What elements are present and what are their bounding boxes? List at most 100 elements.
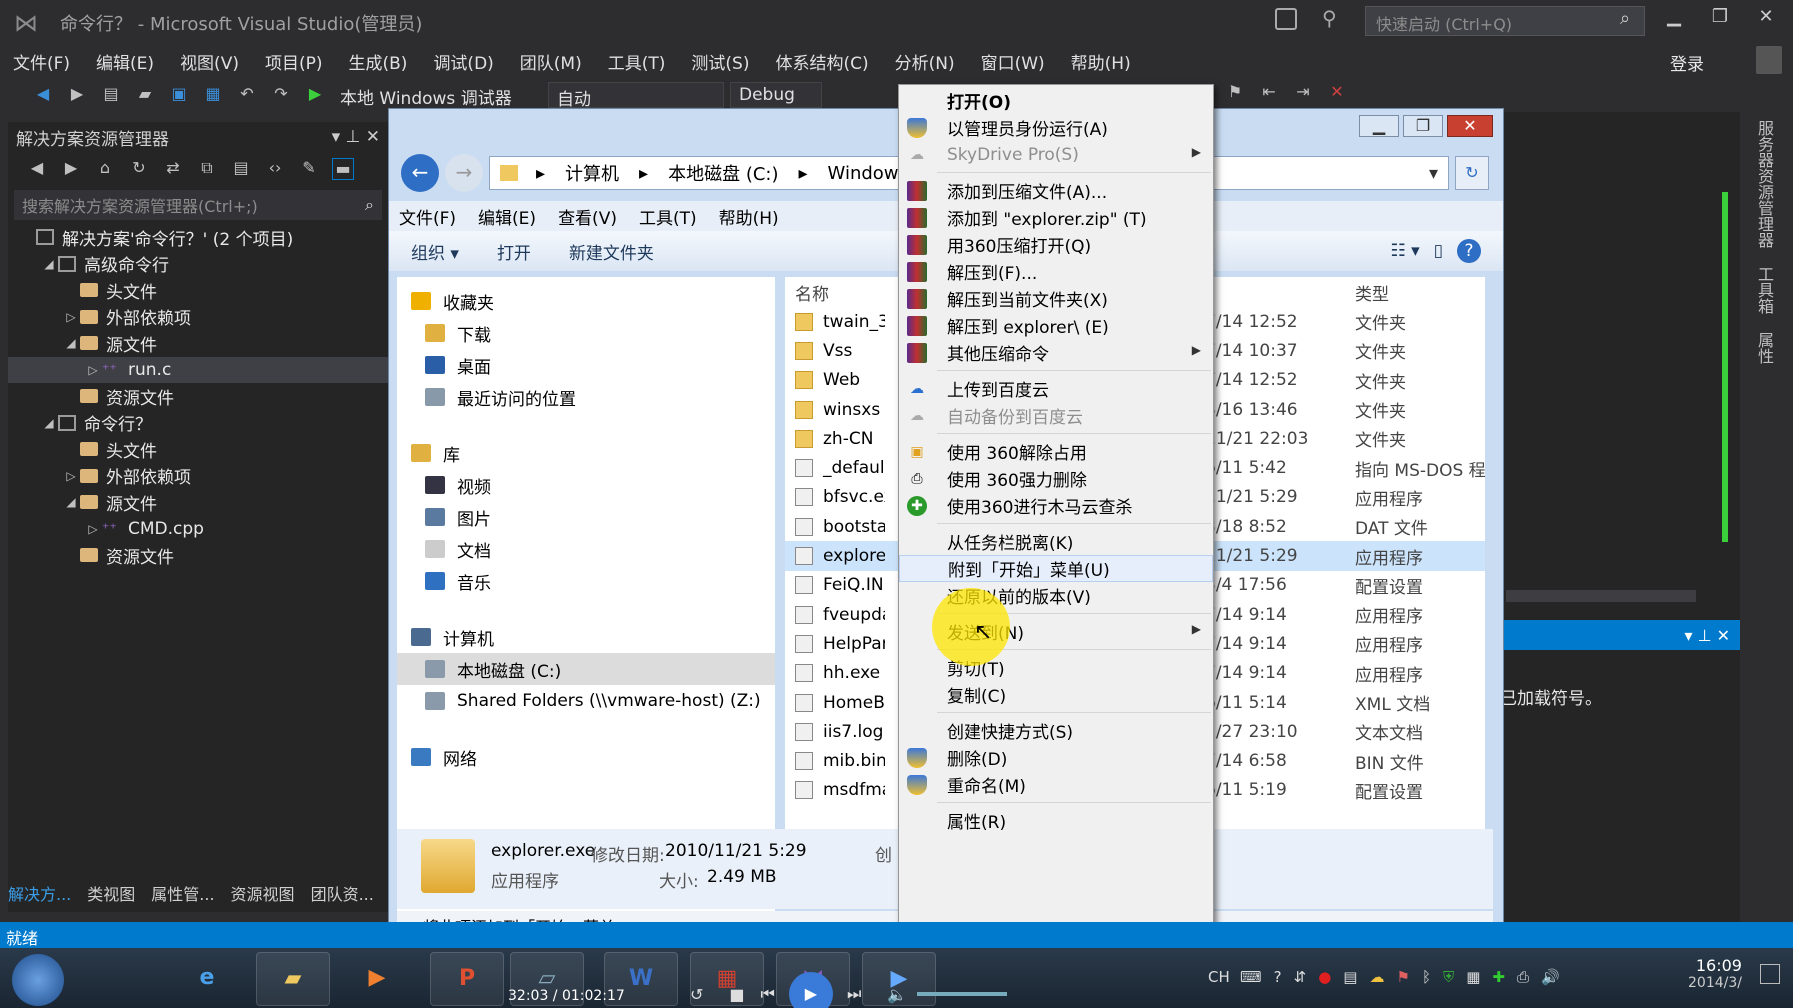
explorer-menu-item[interactable]: 工具(T): [639, 204, 697, 229]
back-button[interactable]: ←: [401, 154, 439, 192]
context-menu-item[interactable]: 从任务栏脱离(K): [899, 528, 1213, 555]
expand-icon[interactable]: ◢: [40, 416, 58, 430]
chevron-right-icon[interactable]: ▸: [639, 163, 648, 184]
context-menu-item[interactable]: 解压到当前文件夹(X): [899, 285, 1213, 312]
menu-item[interactable]: 视图(V): [167, 43, 252, 80]
bluetooth-icon[interactable]: ᛒ: [1422, 968, 1431, 986]
menu-item[interactable]: 分析(N): [882, 43, 968, 80]
context-menu-item[interactable]: 以管理员身份运行(A): [899, 114, 1213, 141]
bottom-tab[interactable]: 解决方...: [8, 881, 71, 905]
nav-item[interactable]: 文档: [397, 533, 775, 565]
help-icon[interactable]: ?: [1457, 239, 1481, 263]
menu-item[interactable]: 项目(P): [252, 43, 336, 80]
back-icon[interactable]: ◀: [26, 158, 48, 180]
new-project-icon[interactable]: ▤: [100, 84, 122, 106]
flag-icon[interactable]: ⚑: [1396, 968, 1409, 986]
refresh-icon[interactable]: ↻: [1455, 156, 1489, 190]
cloud-icon[interactable]: ☁: [1369, 968, 1384, 986]
chevron-right-icon[interactable]: ▸: [799, 163, 808, 184]
output-window-controls[interactable]: ▾ ⊥ ✕: [1684, 626, 1730, 645]
minimize-button[interactable]: ▁: [1656, 6, 1692, 36]
preview-pane-icon[interactable]: ▯: [1434, 241, 1443, 261]
redo-icon[interactable]: ↷: [270, 84, 292, 106]
tree-item[interactable]: ◢ 源文件: [8, 489, 388, 516]
chevron-right-icon[interactable]: ▸: [536, 163, 545, 184]
open-file-icon[interactable]: ▰: [134, 84, 156, 106]
expand-icon[interactable]: ◢: [62, 336, 80, 350]
menu-item[interactable]: 调试(D): [420, 43, 506, 80]
start-debug-icon[interactable]: ▶: [304, 84, 326, 106]
forward-icon[interactable]: ▶: [60, 158, 82, 180]
breadcrumb-item[interactable]: Windows: [828, 163, 908, 184]
clear-bookmarks-icon[interactable]: ✕: [1326, 82, 1348, 104]
menu-item[interactable]: 文件(F): [0, 43, 83, 80]
next-icon[interactable]: ⏭: [847, 984, 861, 1004]
nav-item[interactable]: 图片: [397, 501, 775, 533]
next-bookmark-icon[interactable]: ⇥: [1292, 82, 1314, 104]
tree-item[interactable]: 解决方案'命令行？' (2 个项目): [8, 224, 388, 251]
explorer-taskbar-icon[interactable]: ▰: [256, 952, 330, 1006]
security-icon[interactable]: ⛨: [1443, 968, 1454, 986]
record-icon[interactable]: ●: [1318, 968, 1331, 986]
view-code-icon[interactable]: ‹›: [264, 158, 286, 180]
context-menu-item[interactable]: 创建快捷方式(S): [899, 717, 1213, 744]
context-menu-item[interactable]: 解压到(F)...: [899, 258, 1213, 285]
context-menu-item[interactable]: 剪切(T): [899, 654, 1213, 681]
context-menu-item[interactable]: 重命名(M): [899, 771, 1213, 798]
context-menu-item[interactable]: 添加到压缩文件(A)...: [899, 177, 1213, 204]
search-icon[interactable]: ⌕: [1620, 8, 1630, 29]
close-button[interactable]: ✕: [1447, 115, 1493, 137]
repeat-icon[interactable]: ↺: [690, 985, 703, 1004]
tree-item[interactable]: 资源文件: [8, 383, 388, 410]
context-menu-item[interactable]: 删除(D): [899, 744, 1213, 771]
configuration-select[interactable]: Debug: [730, 82, 822, 108]
explorer-menu-item[interactable]: 帮助(H): [719, 204, 779, 229]
command-button[interactable]: 组织 ▾: [411, 239, 459, 264]
tree-item[interactable]: ▷ ⁺⁺ CMD.cpp: [8, 516, 388, 543]
nav-item[interactable]: 音乐: [397, 565, 775, 597]
preview-icon[interactable]: ▬: [332, 158, 354, 180]
prev-bookmark-icon[interactable]: ⇤: [1258, 82, 1280, 104]
side-tab[interactable]: 属性: [1752, 332, 1776, 364]
tree-item[interactable]: ▷ ⁺⁺ run.c: [8, 356, 388, 383]
quick-launch-input[interactable]: 快速启动 (Ctrl+Q): [1365, 6, 1645, 36]
side-tab[interactable]: 工具箱: [1752, 266, 1776, 314]
keyboard-icon[interactable]: ⌨: [1240, 968, 1262, 986]
volume-slider[interactable]: [917, 992, 1008, 996]
stop-icon[interactable]: ■: [729, 985, 744, 1004]
film-icon[interactable]: ▤: [1343, 968, 1357, 986]
menu-item[interactable]: 生成(B): [336, 43, 421, 80]
powerpoint-icon[interactable]: P: [430, 952, 504, 1006]
expand-icon[interactable]: ▷: [84, 522, 102, 536]
menu-item[interactable]: 体系结构(C): [762, 43, 881, 80]
nav-item[interactable]: 网络: [397, 741, 775, 773]
forward-icon[interactable]: ▶: [66, 84, 88, 106]
show-desktop-button[interactable]: [1760, 964, 1780, 984]
menu-item[interactable]: 编辑(E): [83, 43, 167, 80]
view-options-icon[interactable]: ☷ ▾: [1390, 241, 1419, 261]
horizontal-scrollbar[interactable]: [1506, 590, 1696, 602]
collapse-all-icon[interactable]: ⧉: [196, 158, 218, 180]
nav-item[interactable]: 视频: [397, 469, 775, 501]
tree-item[interactable]: ◢ 源文件: [8, 330, 388, 357]
ime-indicator[interactable]: CH: [1208, 968, 1230, 986]
tree-item[interactable]: ▷ 外部依赖项: [8, 463, 388, 490]
breadcrumb-item[interactable]: 计算机: [565, 160, 619, 186]
back-icon[interactable]: ◀: [32, 84, 54, 106]
command-button[interactable]: 打开: [497, 239, 531, 264]
expand-icon[interactable]: ◢: [62, 495, 80, 509]
menu-item[interactable]: 帮助(H): [1058, 43, 1144, 80]
context-menu-item[interactable]: 用360压缩打开(Q): [899, 231, 1213, 258]
breadcrumb-item[interactable]: 本地磁盘 (C:): [668, 160, 778, 186]
address-dropdown-icon[interactable]: ▾: [1429, 163, 1438, 184]
menu-item[interactable]: 工具(T): [595, 43, 679, 80]
side-tab[interactable]: 服务器资源管理器: [1752, 120, 1776, 248]
context-menu-item[interactable]: 解压到 explorer\ (E): [899, 312, 1213, 339]
sync-icon[interactable]: ⇄: [162, 158, 184, 180]
media-player-icon[interactable]: ▶: [340, 952, 414, 1006]
context-menu-item[interactable]: 打开(O): [899, 87, 1213, 114]
filter-icon[interactable]: ⚲: [1322, 6, 1337, 30]
clock[interactable]: 16:09 2014/3/: [1688, 956, 1742, 991]
printer-icon[interactable]: ⎙: [1517, 968, 1529, 986]
nav-item[interactable]: 库: [397, 437, 775, 469]
